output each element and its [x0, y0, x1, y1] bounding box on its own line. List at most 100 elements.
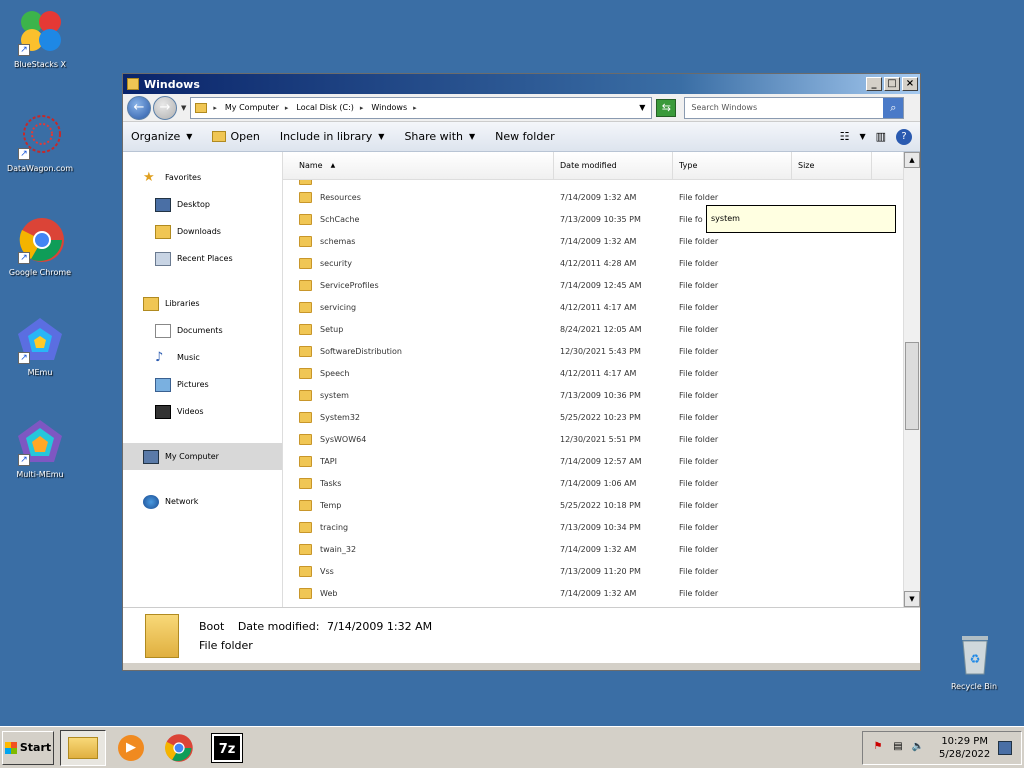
refresh-button[interactable]: ⇆ — [656, 98, 677, 117]
table-row[interactable]: Speech 4/12/2011 4:17 AM File folder — [283, 362, 902, 384]
table-row[interactable]: ServiceProfiles 7/14/2009 12:45 AM File fo… — [283, 274, 902, 296]
search-input[interactable]: Search Windows ⌕ — [684, 96, 905, 119]
table-row[interactable]: SysWOW64 12/30/2021 5:51 PM File folder — [283, 428, 902, 450]
minimize-button[interactable]: _ — [866, 77, 882, 91]
column-header-size[interactable]: Size — [792, 152, 872, 179]
file-list[interactable]: Name ▲ Date modified Type Size Resources 7… — [283, 152, 920, 607]
vertical-scrollbar[interactable]: ▲ ▼ — [903, 152, 920, 607]
taskbar-7zip[interactable]: 7z — [204, 730, 250, 766]
desktop-icon-datawagon[interactable]: ↗ DataWagon.com — [2, 112, 78, 173]
row-name-cell: security — [283, 257, 554, 269]
table-row[interactable]: schemas 7/14/2009 1:32 AM File folder — [283, 230, 902, 252]
nav-recent-places[interactable]: Recent Places — [123, 245, 282, 272]
details-pane: Boot Date modified: 7/14/2009 1:32 AM Fi… — [123, 607, 920, 663]
forward-button[interactable]: → — [153, 95, 177, 120]
nav-music[interactable]: ♪ Music — [123, 344, 282, 371]
chevron-right-icon[interactable]: ▸ — [285, 104, 289, 112]
help-icon[interactable]: ? — [896, 128, 912, 145]
row-name: Vss — [320, 566, 334, 576]
desktop-icon-chrome[interactable]: ↗ Google Chrome — [2, 216, 78, 277]
folder-icon — [299, 345, 312, 357]
open-button[interactable]: Open — [212, 130, 260, 143]
column-header-type[interactable]: Type — [673, 152, 792, 179]
row-name-cell: System32 — [283, 411, 554, 423]
scroll-up-icon[interactable]: ▲ — [904, 152, 920, 168]
nav-desktop[interactable]: Desktop — [123, 191, 282, 218]
network-icon[interactable]: ▤ — [891, 741, 905, 755]
desktop-icon-memu[interactable]: ↗ MEmu — [2, 316, 78, 377]
desktop-icon-recycle-bin[interactable]: ♻ Recycle Bin — [936, 630, 1012, 691]
breadcrumb-local-disk[interactable]: Local Disk (C:) — [296, 103, 354, 112]
table-row[interactable]: Vss 7/13/2009 11:20 PM File folder — [283, 560, 902, 582]
table-row[interactable]: TAPI 7/14/2009 12:57 AM File folder — [283, 450, 902, 472]
breadcrumb-my-computer[interactable]: My Computer — [225, 103, 279, 112]
show-desktop-icon[interactable] — [998, 740, 1013, 755]
close-button[interactable]: × — [902, 77, 918, 91]
share-with-button[interactable]: Share with ▼ — [404, 130, 475, 143]
chevron-right-icon[interactable]: ▸ — [213, 104, 217, 112]
main-area: ★ Favorites Desktop Downloads Recent Plac… — [123, 152, 920, 607]
new-folder-button[interactable]: New folder — [495, 130, 554, 143]
title-bar[interactable]: Windows _ □ × — [123, 74, 920, 94]
row-date: 7/13/2009 10:35 PM — [560, 214, 641, 224]
open-label: Open — [230, 130, 260, 143]
action-center-flag-icon[interactable]: ⚑ — [871, 741, 885, 755]
include-in-library-button[interactable]: Include in library ▼ — [280, 130, 385, 143]
view-options-icon[interactable]: ☷ — [840, 130, 850, 143]
chevron-right-icon[interactable]: ▸ — [413, 104, 417, 112]
address-bar[interactable]: ▸ My Computer ▸ Local Disk (C:) ▸ Window… — [190, 96, 653, 119]
search-icon[interactable]: ⌕ — [883, 97, 904, 118]
nav-network[interactable]: Network — [123, 488, 282, 515]
column-header-date[interactable]: Date modified — [554, 152, 673, 179]
recent-pages-dropdown-icon[interactable]: ▼ — [181, 104, 186, 112]
explorer-window[interactable]: Windows _ □ × ← → ▼ ▸ My Computer ▸ Loca… — [122, 73, 921, 671]
desktop-icon-label: DataWagon.com — [6, 164, 74, 173]
taskbar-media-player[interactable]: ▶ — [108, 730, 154, 766]
nav-downloads[interactable]: Downloads — [123, 218, 282, 245]
column-header-name[interactable]: Name ▲ — [283, 152, 554, 179]
taskbar-chrome[interactable] — [156, 730, 202, 766]
row-name: SchCache — [320, 214, 360, 224]
taskbar-explorer[interactable] — [60, 729, 106, 766]
volume-icon[interactable]: 🔈 — [911, 741, 925, 755]
table-row[interactable]: SoftwareDistribution 12/30/2021 5:43 PM Fi… — [283, 340, 902, 362]
row-type: File folder — [679, 544, 719, 554]
start-button[interactable]: Start — [2, 730, 54, 765]
table-row[interactable]: security 4/12/2011 4:28 AM File folder — [283, 252, 902, 274]
nav-pictures[interactable]: Pictures — [123, 371, 282, 398]
table-row[interactable]: Temp 5/25/2022 10:18 PM File folder — [283, 494, 902, 516]
desktop-icon-bluestacks[interactable]: ↗ BlueStacks X — [2, 8, 78, 69]
breadcrumb-windows[interactable]: Windows — [371, 103, 407, 112]
chevron-down-icon[interactable]: ▼ — [859, 132, 865, 141]
nav-videos[interactable]: Videos — [123, 398, 282, 425]
table-row[interactable]: twain_32 7/14/2009 1:32 AM File folder — [283, 538, 902, 560]
maximize-button[interactable]: □ — [884, 77, 900, 91]
preview-pane-icon[interactable]: ▥ — [876, 130, 886, 143]
chevron-down-icon: ▼ — [186, 132, 193, 141]
address-dropdown-icon[interactable]: ▼ — [639, 103, 645, 112]
nav-documents[interactable]: Documents — [123, 317, 282, 344]
nav-libraries[interactable]: Libraries — [123, 290, 282, 317]
clock[interactable]: 10:29 PM 5/28/2022 — [939, 735, 990, 761]
table-row[interactable]: system 7/13/2009 10:36 PM File folder — [283, 384, 902, 406]
chevron-right-icon[interactable]: ▸ — [360, 104, 364, 112]
table-row[interactable]: Setup 8/24/2021 12:05 AM File folder — [283, 318, 902, 340]
desktop-icon-multi-memu[interactable]: ↗ Multi-MEmu — [2, 418, 78, 479]
table-row[interactable]: servicing 4/12/2011 4:17 AM File folder — [283, 296, 902, 318]
folder-icon — [195, 102, 208, 113]
organize-button[interactable]: Organize ▼ — [131, 130, 192, 143]
table-row[interactable]: Tasks 7/14/2009 1:06 AM File folder — [283, 472, 902, 494]
shortcut-arrow-icon: ↗ — [18, 44, 30, 56]
nav-my-computer[interactable]: My Computer — [123, 443, 282, 470]
table-row[interactable]: Web 7/14/2009 1:32 AM File folder — [283, 582, 902, 604]
row-name: Temp — [320, 500, 342, 510]
back-button[interactable]: ← — [127, 95, 151, 120]
folder-icon — [299, 587, 312, 599]
desktop-icon-label: Multi-MEmu — [16, 470, 64, 479]
table-row[interactable]: System32 5/25/2022 10:23 PM File folder — [283, 406, 902, 428]
scroll-thumb[interactable] — [905, 342, 919, 430]
nav-favorites[interactable]: ★ Favorites — [123, 164, 282, 191]
table-row[interactable]: tracing 7/13/2009 10:34 PM File folder — [283, 516, 902, 538]
nav-label: Libraries — [165, 299, 200, 308]
scroll-down-icon[interactable]: ▼ — [904, 591, 920, 607]
